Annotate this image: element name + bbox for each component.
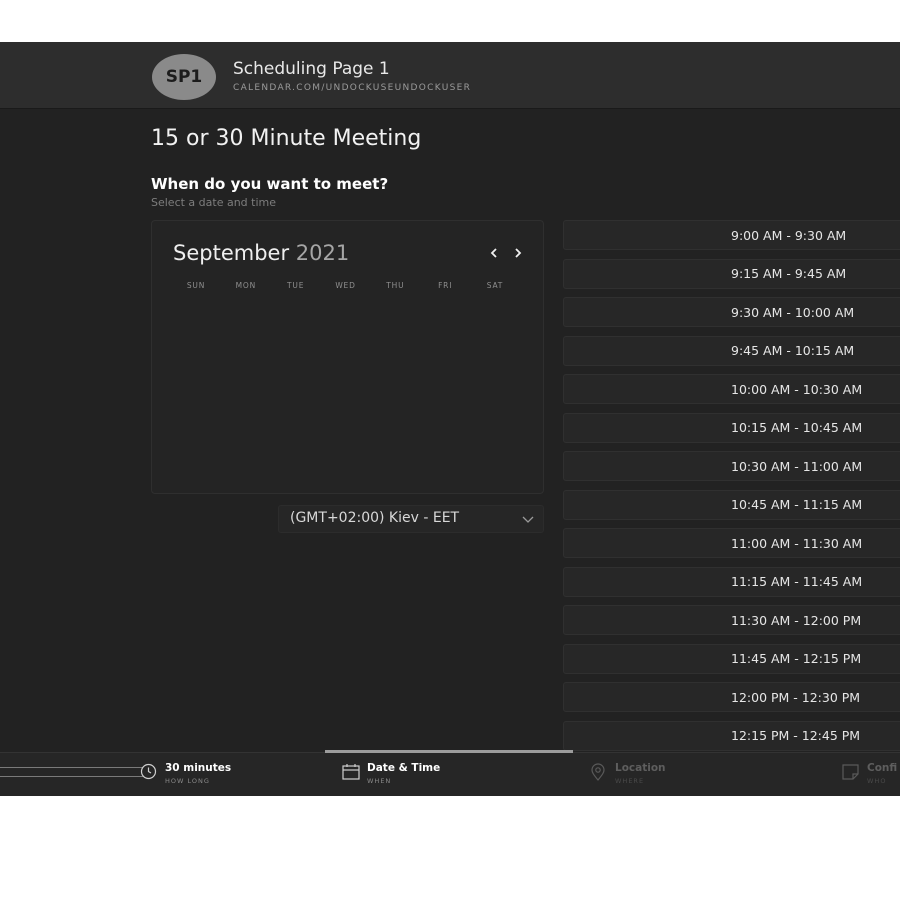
active-step-indicator xyxy=(325,750,573,753)
month-name: September xyxy=(173,241,290,265)
calendar-panel: September 2021 SUN MON TUE WED THU FRI S… xyxy=(151,220,544,494)
timezone-value: (GMT+02:00) Kiev - EET xyxy=(290,510,460,526)
calendar-icon xyxy=(342,764,360,780)
chevron-right-icon xyxy=(515,248,522,258)
step-label: Location xyxy=(615,762,666,774)
location-pin-icon xyxy=(591,763,605,781)
time-slot-button[interactable]: 12:00 PM - 12:30 PM xyxy=(563,682,900,712)
time-slot-button[interactable]: 10:00 AM - 10:30 AM xyxy=(563,374,900,404)
prev-month-button[interactable] xyxy=(484,241,504,265)
clock-icon xyxy=(140,763,157,780)
next-month-button[interactable] xyxy=(508,241,528,265)
time-slot-button[interactable]: 11:30 AM - 12:00 PM xyxy=(563,605,900,635)
weekday-label: MON xyxy=(235,281,257,290)
time-slot-button[interactable]: 11:45 AM - 12:15 PM xyxy=(563,643,900,674)
weekday-label: WED xyxy=(335,281,356,290)
time-slot-button[interactable]: 9:00 AM - 9:30 AM xyxy=(563,220,900,250)
weekday-label: FRI xyxy=(438,281,453,290)
scheduling-window: SP1 Scheduling Page 1 CALENDAR.COM/UNDOC… xyxy=(0,42,900,796)
step-label: Confi xyxy=(867,762,898,774)
year-label: 2021 xyxy=(295,241,350,265)
step-sublabel: WHERE xyxy=(615,777,645,785)
steps-bar: 30 minutes HOW LONG Date & Time WHEN Loc… xyxy=(0,750,900,796)
weekday-label: SUN xyxy=(186,281,206,290)
chevron-down-icon xyxy=(522,516,534,523)
time-slot-button[interactable]: 11:15 AM - 11:45 AM xyxy=(563,566,900,597)
time-slot-button[interactable]: 9:30 AM - 10:00 AM xyxy=(563,297,900,327)
note-icon xyxy=(842,764,859,780)
avatar: SP1 xyxy=(152,54,216,100)
meeting-title: 15 or 30 Minute Meeting xyxy=(151,126,422,151)
weekday-label: THU xyxy=(386,281,405,290)
timezone-select[interactable]: (GMT+02:00) Kiev - EET xyxy=(278,505,544,533)
calendar-month-label: September 2021 xyxy=(173,241,349,265)
time-slot-button[interactable]: 12:15 PM - 12:45 PM xyxy=(563,720,900,751)
step-label: Date & Time xyxy=(367,762,441,774)
step-sublabel: HOW LONG xyxy=(165,777,210,785)
weekday-header: SUN MON TUE WED THU FRI SAT xyxy=(180,281,511,290)
weekday-label: SAT xyxy=(486,281,504,290)
step-sublabel: WHO xyxy=(867,777,887,785)
weekday-label: TUE xyxy=(287,281,305,290)
step-sublabel: WHEN xyxy=(367,777,392,785)
chevron-left-icon xyxy=(490,248,497,258)
header-bar: SP1 Scheduling Page 1 CALENDAR.COM/UNDOC… xyxy=(0,42,900,109)
page-name: Scheduling Page 1 xyxy=(233,59,390,79)
page-url[interactable]: CALENDAR.COM/UNDOCKUSEUNDOCKUSER xyxy=(233,83,471,93)
time-slot-button[interactable]: 9:15 AM - 9:45 AM xyxy=(563,258,900,289)
duration-progress-track xyxy=(0,767,148,777)
time-slot-button[interactable]: 10:30 AM - 11:00 AM xyxy=(563,451,900,481)
time-slot-button[interactable]: 10:45 AM - 11:15 AM xyxy=(563,489,900,520)
section-hint: Select a date and time xyxy=(151,196,277,209)
step-label: 30 minutes xyxy=(165,762,232,774)
section-heading: When do you want to meet? xyxy=(151,175,389,193)
time-slot-button[interactable]: 10:15 AM - 10:45 AM xyxy=(563,412,900,443)
time-slot-list: 9:00 AM - 9:30 AM 9:15 AM - 9:45 AM 9:30… xyxy=(563,220,900,759)
time-slot-button[interactable]: 11:00 AM - 11:30 AM xyxy=(563,528,900,558)
time-slot-button[interactable]: 9:45 AM - 10:15 AM xyxy=(563,335,900,366)
